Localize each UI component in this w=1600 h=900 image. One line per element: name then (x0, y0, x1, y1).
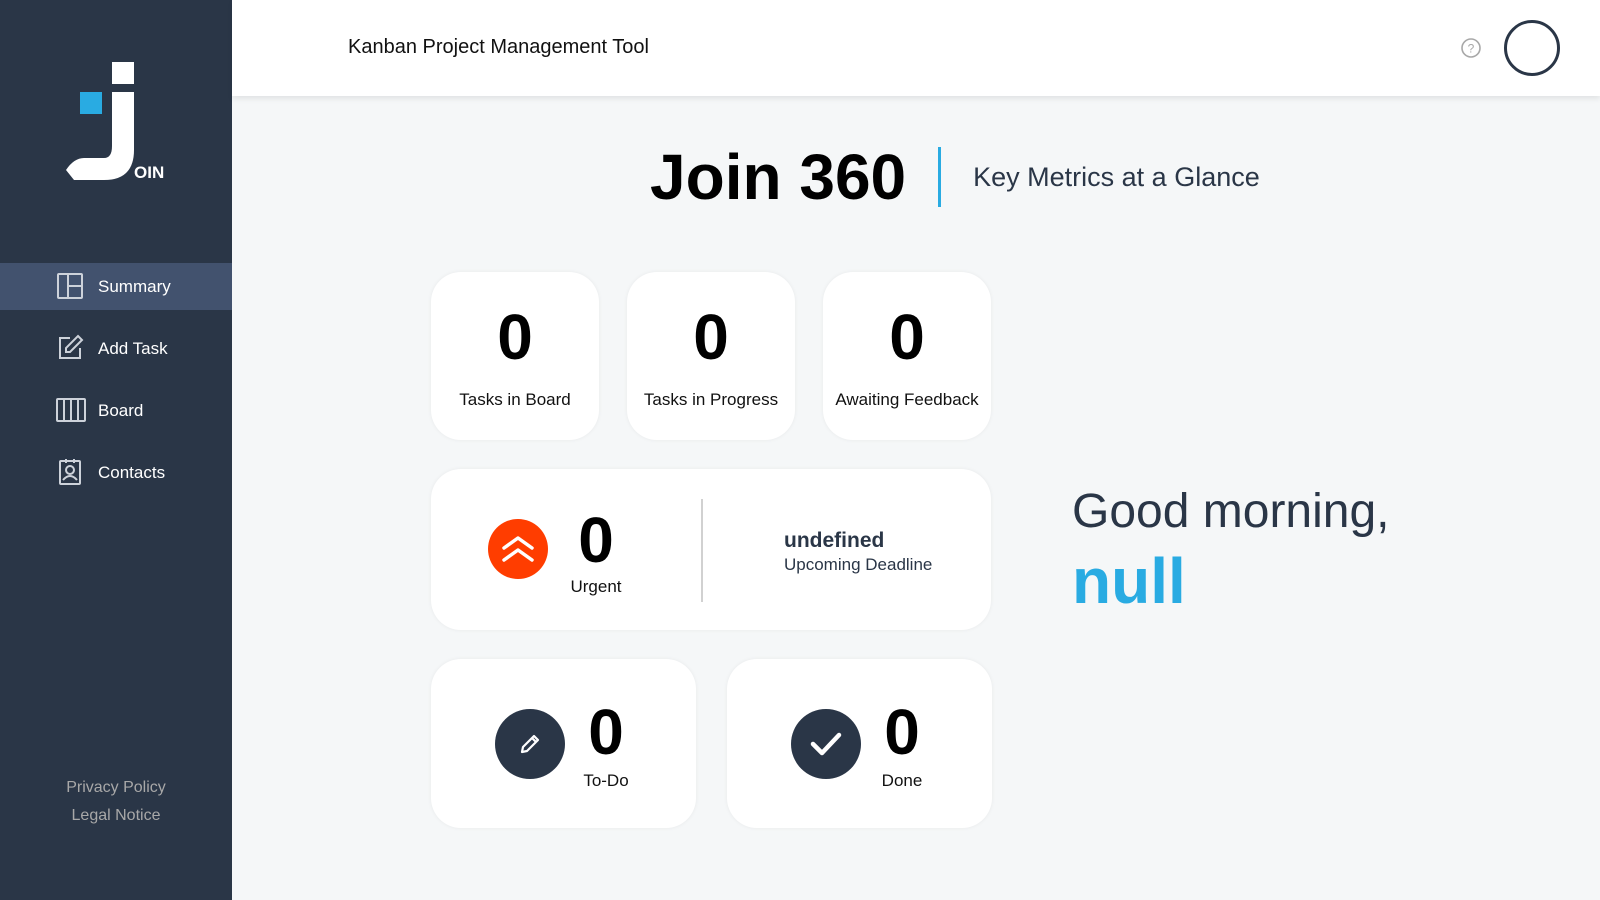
todo-card[interactable]: 0 To-Do (431, 659, 696, 828)
page-subtitle: Key Metrics at a Glance (973, 161, 1260, 192)
sidebar-item-label: Contacts (98, 462, 166, 482)
header-title: Kanban Project Management Tool (348, 36, 649, 58)
deadline-date: undefined (784, 529, 885, 552)
svg-text:?: ? (1468, 42, 1475, 56)
sidebar: OIN Summary Add Task Board Contacts Priv… (0, 0, 232, 900)
urgent-count: 0 (578, 504, 614, 576)
sidebar-nav: Summary Add Task Board Contacts (0, 263, 232, 511)
help-icon[interactable]: ? (1460, 37, 1482, 59)
awaiting-feedback-label: Awaiting Feedback (835, 390, 979, 409)
urgent-card[interactable]: 0 Urgent undefined Upcoming Deadline (431, 469, 991, 630)
heading-divider (938, 147, 942, 207)
greeting-text: Good morning, (1072, 485, 1390, 538)
tasks-in-progress-count: 0 (693, 301, 729, 373)
urgent-label: Urgent (570, 577, 622, 596)
sidebar-item-add-task[interactable]: Add Task (0, 325, 232, 372)
contacts-icon (56, 458, 86, 488)
legal-notice-link[interactable]: Legal Notice (0, 802, 232, 830)
todo-count: 0 (588, 696, 624, 768)
summary-icon (56, 272, 86, 302)
done-count: 0 (884, 696, 920, 768)
privacy-policy-link[interactable]: Privacy Policy (0, 774, 232, 802)
done-label: Done (881, 771, 923, 790)
tasks-in-board-count: 0 (497, 301, 533, 373)
sidebar-item-summary[interactable]: Summary (0, 263, 232, 310)
logo-text: OIN (134, 163, 164, 182)
tasks-in-progress-card[interactable]: 0 Tasks in Progress (627, 272, 795, 440)
tasks-in-progress-label: Tasks in Progress (643, 390, 779, 409)
awaiting-feedback-count: 0 (889, 301, 925, 373)
urgent-priority-icon (488, 519, 548, 579)
sidebar-item-label: Summary (98, 276, 171, 296)
sidebar-item-contacts[interactable]: Contacts (0, 449, 232, 496)
top-header: Kanban Project Management Tool ? (232, 0, 1600, 96)
user-avatar[interactable] (1504, 20, 1560, 76)
card-divider (701, 499, 703, 602)
sidebar-item-label: Add Task (98, 338, 168, 358)
greeting-user-name: null (1072, 545, 1186, 617)
add-task-icon (56, 334, 86, 364)
sidebar-item-board[interactable]: Board (0, 387, 232, 434)
done-card[interactable]: 0 Done (727, 659, 992, 828)
board-icon (56, 396, 86, 426)
tasks-in-board-label: Tasks in Board (459, 390, 571, 409)
checkmark-icon (791, 709, 861, 779)
pencil-icon (495, 709, 565, 779)
todo-label: To-Do (583, 771, 629, 790)
awaiting-feedback-card[interactable]: 0 Awaiting Feedback (823, 272, 991, 440)
deadline-label: Upcoming Deadline (784, 555, 933, 574)
sidebar-item-label: Board (98, 400, 144, 420)
join-logo[interactable]: OIN (64, 62, 174, 192)
sidebar-footer: Privacy Policy Legal Notice (0, 774, 232, 830)
page-title: Join 360 (650, 141, 907, 213)
tasks-in-board-card[interactable]: 0 Tasks in Board (431, 272, 599, 440)
page-heading: Join 360 Key Metrics at a Glance (650, 140, 1260, 214)
